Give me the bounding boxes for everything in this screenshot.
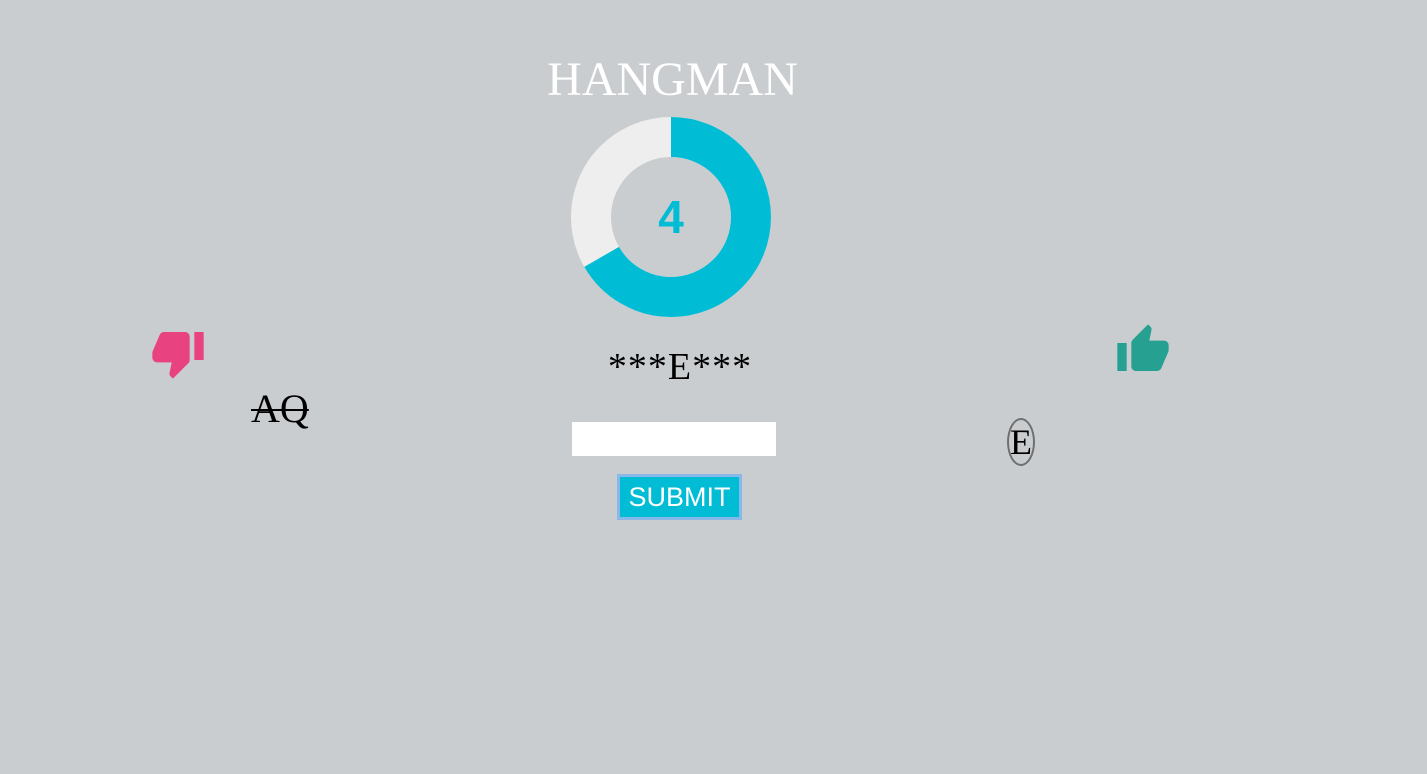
remaining-guesses-count: 4 [658, 191, 684, 243]
hidden-word: ***E*** [607, 346, 753, 388]
thumbs-up-icon [1117, 324, 1169, 371]
thumbs-down-icon [152, 332, 204, 379]
guess-input[interactable] [572, 422, 776, 456]
wrong-letters: AQ [251, 386, 309, 431]
correct-letter: E [1007, 418, 1035, 466]
page-title: HANGMAN [547, 53, 798, 106]
submit-button[interactable]: SUBMIT [617, 474, 742, 520]
remaining-guesses-donut: 4 [571, 117, 771, 317]
